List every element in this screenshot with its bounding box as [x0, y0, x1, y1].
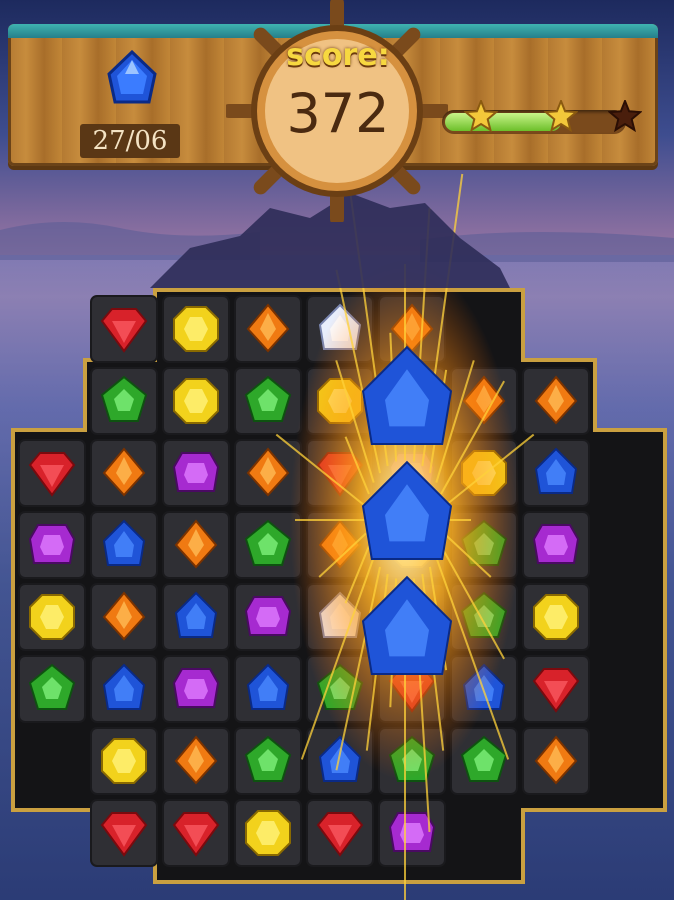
- star-icon-2: [544, 100, 578, 133]
- star-icon-1: [464, 100, 498, 133]
- yellow-gem[interactable]: [245, 810, 291, 856]
- purple-gem[interactable]: [172, 668, 220, 708]
- yellow-gem[interactable]: [173, 306, 219, 352]
- yellow-gem[interactable]: [29, 594, 75, 640]
- yellow-gem[interactable]: [173, 378, 219, 424]
- score-value: 372: [286, 82, 390, 145]
- star-icon-3: [608, 100, 642, 133]
- matched-blue-gems: [361, 345, 453, 675]
- blue-gem-icon: [107, 50, 157, 104]
- purple-gem[interactable]: [244, 596, 292, 636]
- purple-gem[interactable]: [28, 524, 76, 564]
- purple-gem[interactable]: [172, 452, 220, 492]
- purple-gem[interactable]: [388, 812, 436, 852]
- yellow-gem[interactable]: [533, 594, 579, 640]
- purple-gem[interactable]: [532, 524, 580, 564]
- score-label: score:: [286, 38, 390, 73]
- yellow-gem[interactable]: [101, 738, 147, 784]
- moves-counter: 27/06: [80, 124, 180, 158]
